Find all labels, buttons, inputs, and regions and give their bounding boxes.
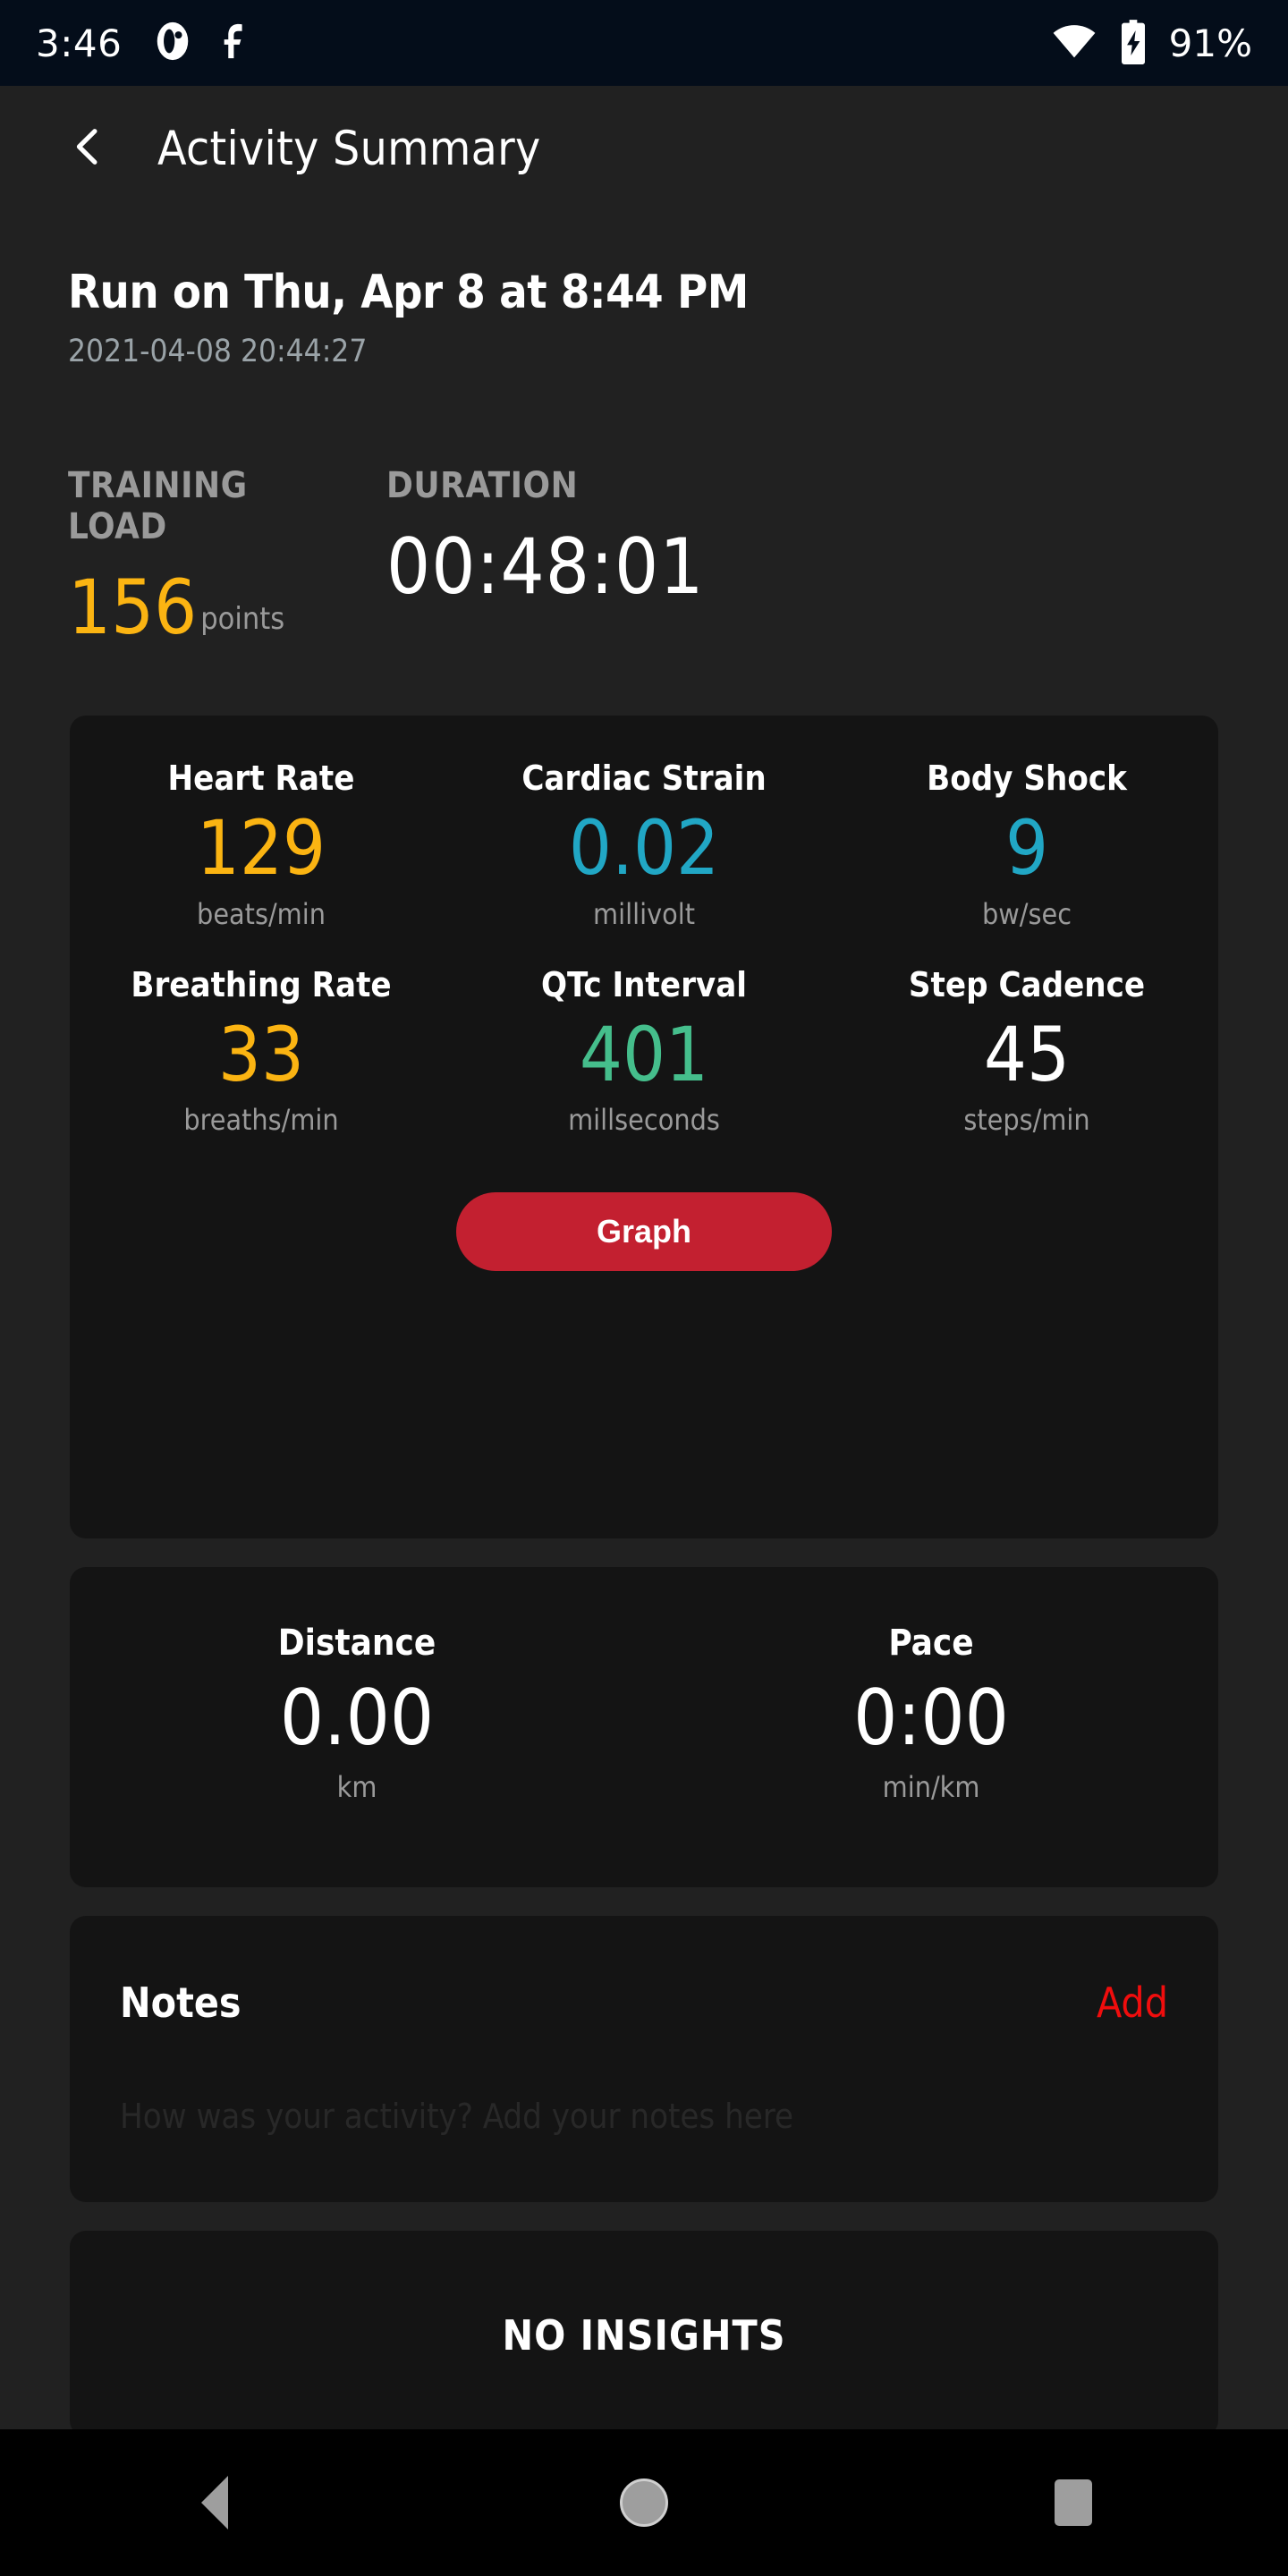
no-insights-label: NO INSIGHTS bbox=[502, 2311, 786, 2360]
training-load-label: TRAINING LOAD bbox=[68, 465, 248, 547]
activity-title: Run on Thu, Apr 8 at 8:44 PM bbox=[68, 266, 749, 319]
metric-cell: Breathing Rate 33 breaths/min bbox=[70, 965, 453, 1138]
activity-headline: Run on Thu, Apr 8 at 8:44 PM 2021-04-08 … bbox=[68, 268, 1220, 369]
notes-card: Notes Add How was your activity? Add you… bbox=[70, 1916, 1218, 2202]
nav-recents-button[interactable] bbox=[993, 2449, 1154, 2556]
status-notification-icons bbox=[152, 21, 254, 66]
training-load-value: 156 bbox=[68, 564, 198, 651]
metric-unit: steps/min bbox=[963, 1103, 1090, 1138]
metrics-row-1: Heart Rate 129 beats/min Cardiac Strain 0.02… bbox=[70, 716, 1218, 931]
nav-back-button[interactable] bbox=[134, 2449, 295, 2556]
training-load-unit: points bbox=[200, 600, 285, 637]
distance-pace-name: Distance bbox=[277, 1623, 436, 1664]
chevron-left-icon bbox=[63, 122, 113, 176]
metric-cell: Cardiac Strain 0.02 millivolt bbox=[453, 758, 835, 931]
metric-name: Cardiac Strain bbox=[521, 758, 767, 798]
metric-cell: Heart Rate 129 beats/min bbox=[70, 758, 453, 931]
notes-placeholder[interactable]: How was your activity? Add your notes he… bbox=[70, 2027, 1218, 2136]
metric-cell: QTc Interval 401 millseconds bbox=[453, 965, 835, 1138]
duration-label: DURATION bbox=[386, 465, 579, 506]
distance-pace-value: 0:00 bbox=[853, 1674, 1009, 1763]
triangle-back-icon bbox=[201, 2476, 228, 2529]
distance-pace-cell: Pace 0:00 min/km bbox=[644, 1623, 1218, 1804]
insights-card: NO INSIGHTS bbox=[70, 2231, 1218, 2436]
wifi-icon bbox=[1051, 18, 1097, 69]
distance-pace-cell: Distance 0.00 km bbox=[70, 1623, 644, 1804]
distance-pace-unit: min/km bbox=[882, 1769, 980, 1804]
graph-button[interactable]: Graph bbox=[456, 1192, 832, 1272]
activity-summary-screen: 3:46 91% Activity Summary Run on Thu, Ap… bbox=[0, 0, 1288, 2576]
metrics-card: Heart Rate 129 beats/min Cardiac Strain 0.02… bbox=[70, 716, 1218, 1538]
metric-value: 45 bbox=[983, 1010, 1071, 1098]
status-system-icons: 91% bbox=[1051, 18, 1252, 69]
status-bar: 3:46 91% bbox=[0, 0, 1288, 86]
android-navigation-bar bbox=[0, 2429, 1288, 2576]
metric-unit: breaths/min bbox=[183, 1103, 339, 1138]
metric-name: Breathing Rate bbox=[131, 964, 392, 1004]
metric-value: 129 bbox=[196, 804, 326, 892]
duration-block: DURATION 00:48:01 bbox=[386, 465, 704, 644]
metric-name: Body Shock bbox=[927, 758, 1127, 798]
distance-pace-card: Distance 0.00 km Pace 0:00 min/km bbox=[70, 1567, 1218, 1887]
page-title: Activity Summary bbox=[157, 121, 541, 176]
metric-value: 33 bbox=[217, 1010, 305, 1098]
metric-cell: Body Shock 9 bw/sec bbox=[835, 758, 1218, 931]
back-button[interactable] bbox=[55, 116, 120, 181]
square-recents-icon bbox=[1055, 2479, 1092, 2526]
status-clock: 3:46 bbox=[36, 21, 123, 65]
metric-unit: millivolt bbox=[593, 896, 695, 931]
metric-name: QTc Interval bbox=[540, 964, 747, 1004]
metric-unit: bw/sec bbox=[981, 896, 1072, 931]
battery-charging-icon bbox=[1114, 18, 1153, 69]
app-bar: Activity Summary bbox=[0, 86, 1288, 211]
summary-row: TRAINING LOAD 156 points DURATION 00:48:… bbox=[68, 465, 1222, 651]
metric-value: 9 bbox=[1004, 804, 1049, 892]
metric-cell: Step Cadence 45 steps/min bbox=[835, 965, 1218, 1138]
distance-pace-name: Pace bbox=[888, 1623, 974, 1664]
nav-home-button[interactable] bbox=[564, 2449, 724, 2556]
distance-pace-value: 0.00 bbox=[279, 1674, 435, 1763]
notes-title: Notes bbox=[120, 1979, 242, 2027]
activity-timestamp: 2021-04-08 20:44:27 bbox=[68, 333, 368, 369]
distance-pace-grid: Distance 0.00 km Pace 0:00 min/km bbox=[70, 1567, 1218, 1804]
duration-value: 00:48:01 bbox=[386, 522, 705, 612]
metrics-row-2: Breathing Rate 33 breaths/min QTc Interval 4… bbox=[70, 931, 1218, 1138]
metric-name: Heart Rate bbox=[167, 758, 355, 798]
metric-value: 401 bbox=[579, 1010, 709, 1098]
metric-unit: millseconds bbox=[568, 1103, 720, 1138]
metric-unit: beats/min bbox=[197, 896, 326, 931]
metric-name: Step Cadence bbox=[908, 964, 1146, 1004]
fitness-app-icon bbox=[213, 21, 254, 66]
notes-add-button[interactable]: Add bbox=[1097, 1979, 1168, 2027]
training-load-block: TRAINING LOAD 156 points bbox=[68, 465, 354, 651]
distance-pace-unit: km bbox=[336, 1769, 377, 1804]
metric-value: 0.02 bbox=[568, 804, 720, 892]
battery-percent-label: 91% bbox=[1168, 21, 1252, 65]
circle-home-icon bbox=[620, 2479, 668, 2527]
moon-phase-icon bbox=[152, 21, 193, 66]
